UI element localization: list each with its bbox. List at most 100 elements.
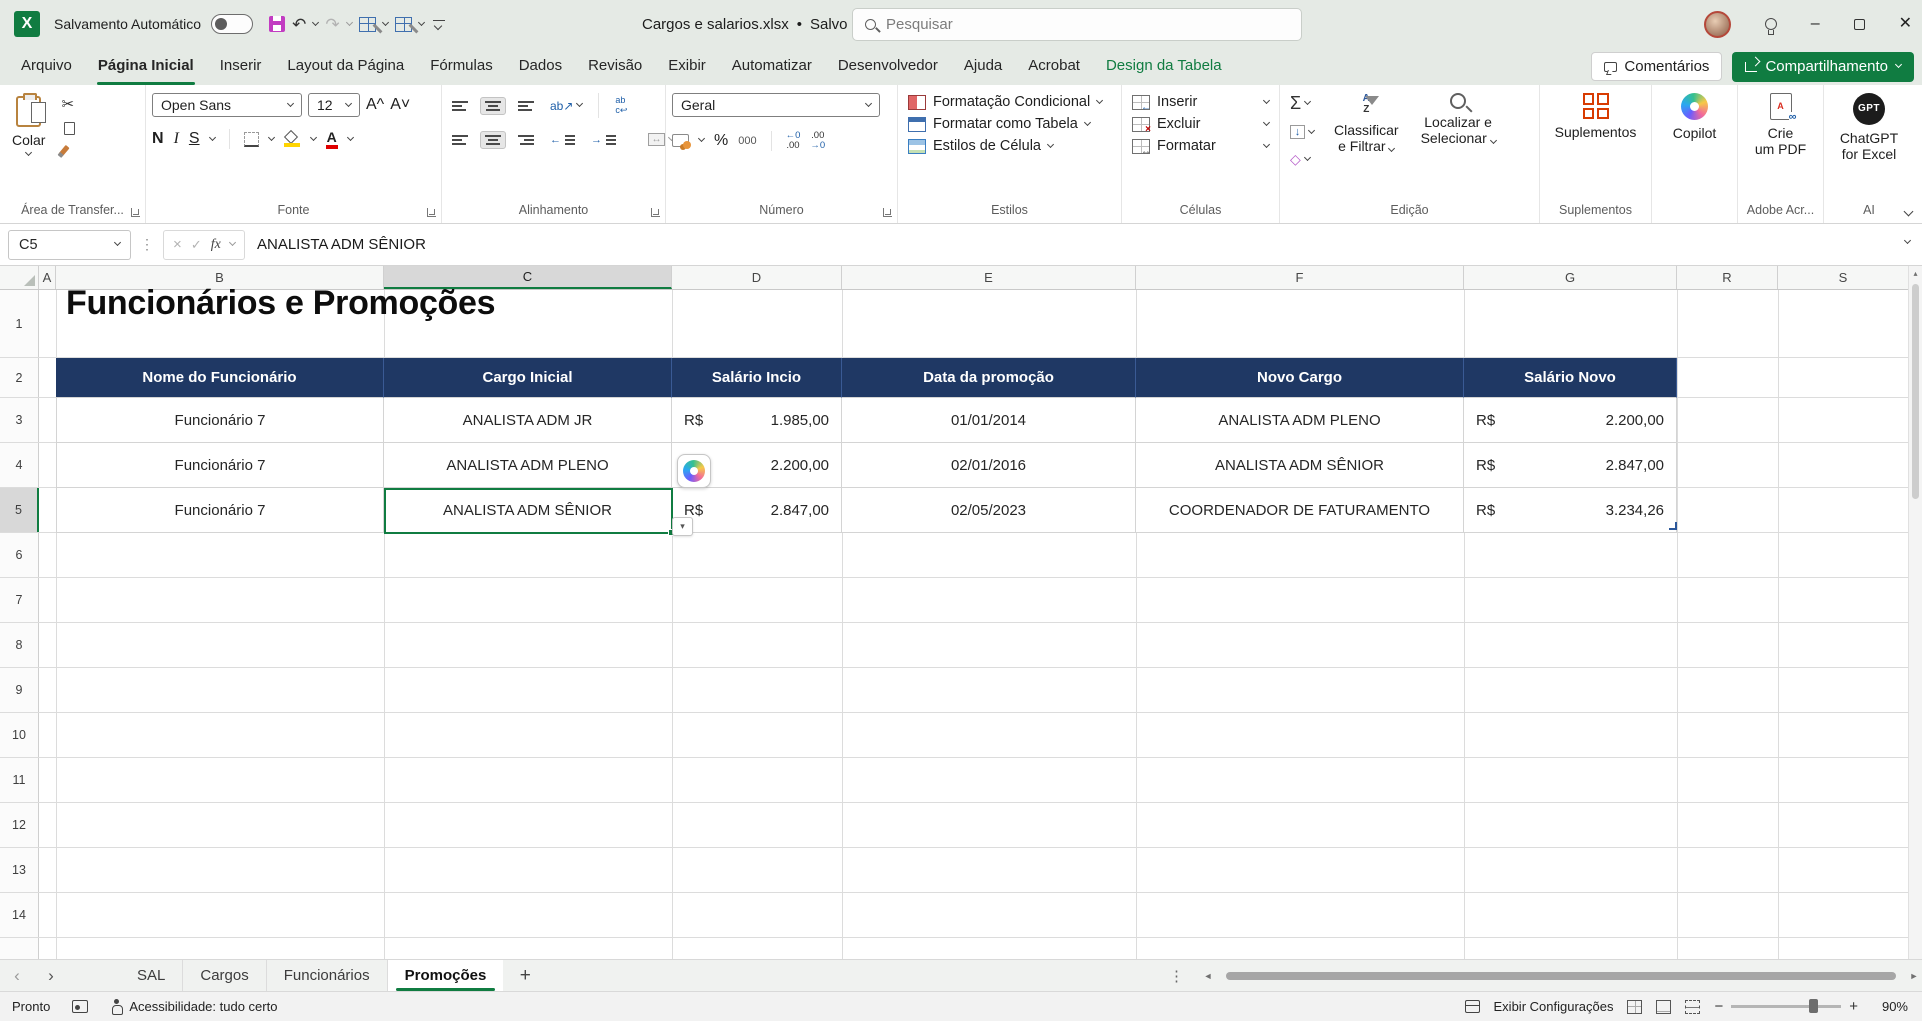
select-all-corner[interactable]	[0, 266, 39, 289]
cell-b4[interactable]: Funcionário 7	[56, 443, 384, 488]
grid-row-12[interactable]: 12	[0, 803, 1908, 848]
align-center-button[interactable]	[480, 131, 506, 149]
sheet-tab-funcionarios[interactable]: Funcionários	[267, 960, 388, 991]
conditional-formatting-button[interactable]: Formatação Condicional	[904, 91, 1115, 113]
chatgpt-button[interactable]: GPT ChatGPTfor Excel	[1830, 91, 1908, 164]
cell-g4[interactable]: R$2.847,00	[1464, 443, 1677, 488]
scroll-up-icon[interactable]: ▴	[1909, 269, 1922, 278]
cell-e5[interactable]: 02/05/2023	[842, 488, 1136, 533]
table-header-nome[interactable]: Nome do Funcionário	[56, 358, 384, 398]
tab-pagina-inicial[interactable]: Página Inicial	[85, 48, 207, 85]
row-header-5[interactable]: 5	[0, 488, 39, 532]
cell-d5[interactable]: R$2.847,00	[672, 488, 842, 533]
scroll-left-icon[interactable]: ◄	[1200, 971, 1216, 981]
row-header-14[interactable]: 14	[0, 893, 39, 937]
decrease-decimal-icon[interactable]: .00→0	[810, 131, 825, 151]
tab-automatizar[interactable]: Automatizar	[719, 48, 825, 85]
decrease-indent-button[interactable]: ←	[546, 131, 579, 149]
table-header-salario-novo[interactable]: Salário Novo	[1464, 358, 1677, 398]
fx-chevron-icon[interactable]	[229, 239, 236, 246]
name-box[interactable]: C5	[8, 230, 131, 260]
customize-quick-access-icon[interactable]	[433, 20, 445, 28]
row-header-13[interactable]: 13	[0, 848, 39, 892]
tab-layout-da-pagina[interactable]: Layout da Página	[274, 48, 417, 85]
row-header-1[interactable]: 1	[0, 290, 39, 357]
undo-chevron-icon[interactable]	[312, 18, 319, 25]
format-painter-icon[interactable]	[58, 145, 70, 158]
table-header-salario-inicio[interactable]: Salário Incio	[672, 358, 842, 398]
cell-g5[interactable]: R$3.234,26	[1464, 488, 1677, 533]
grid-row-8[interactable]: 8	[0, 623, 1908, 668]
row-header-11[interactable]: 11	[0, 758, 39, 802]
display-settings-icon[interactable]	[1465, 1000, 1480, 1013]
row-header-4[interactable]: 4	[0, 443, 39, 487]
cell-c3[interactable]: ANALISTA ADM JR	[384, 398, 672, 443]
grid-row-13[interactable]: 13	[0, 848, 1908, 893]
zoom-in-icon[interactable]: +	[1849, 998, 1858, 1015]
confirm-entry-icon[interactable]: ✓	[191, 237, 202, 253]
display-settings-label[interactable]: Exibir Configurações	[1494, 999, 1614, 1014]
increase-indent-button[interactable]: →	[587, 131, 620, 149]
underline-button[interactable]: S	[189, 130, 200, 148]
tab-inserir[interactable]: Inserir	[207, 48, 275, 85]
page-break-view-icon[interactable]	[1685, 1000, 1700, 1014]
tab-dados[interactable]: Dados	[506, 48, 575, 85]
clipboard-dialog-launcher[interactable]	[131, 208, 140, 217]
increase-decimal-icon[interactable]: ←0.00	[786, 131, 801, 151]
table-resize-handle[interactable]	[1669, 522, 1677, 530]
share-button[interactable]: Compartilhamento	[1732, 52, 1914, 82]
zoom-out-icon[interactable]: −	[1714, 998, 1723, 1015]
tab-ajuda[interactable]: Ajuda	[951, 48, 1015, 85]
copy-icon[interactable]	[64, 122, 75, 135]
macro-record-icon[interactable]	[72, 1000, 88, 1013]
accounting-format-icon[interactable]	[672, 134, 689, 147]
qat-chevron-icon[interactable]	[382, 18, 389, 25]
table-header-data-promocao[interactable]: Data da promoção	[842, 358, 1136, 398]
comments-button[interactable]: Comentários	[1591, 52, 1722, 81]
borders-chevron-icon[interactable]	[268, 134, 275, 141]
active-cell-selection[interactable]	[384, 488, 673, 534]
row-header-3[interactable]: 3	[0, 398, 39, 442]
cell-f3[interactable]: ANALISTA ADM PLENO	[1136, 398, 1464, 443]
autosum-button[interactable]: Σ	[1286, 91, 1318, 115]
grid-row-9[interactable]: 9	[0, 668, 1908, 713]
sort-filter-button[interactable]: AZ Classificare Filtrar	[1328, 91, 1405, 169]
alignment-dialog-launcher[interactable]	[651, 208, 660, 217]
undo-icon[interactable]: ↶	[292, 16, 306, 33]
tab-arquivo[interactable]: Arquivo	[8, 48, 85, 85]
tab-desenvolvedor[interactable]: Desenvolvedor	[825, 48, 951, 85]
percent-style-icon[interactable]: %	[714, 132, 728, 150]
sheet-tab-cargos[interactable]: Cargos	[183, 960, 266, 991]
tab-acrobat[interactable]: Acrobat	[1015, 48, 1093, 85]
close-button[interactable]: ✕	[1899, 16, 1912, 32]
sheet-tabs-more-icon[interactable]: ⋮	[1169, 967, 1184, 985]
cancel-entry-icon[interactable]: ×	[173, 236, 182, 253]
underline-chevron-icon[interactable]	[209, 134, 216, 141]
number-format-select[interactable]: Geral	[672, 93, 880, 117]
cell-g3[interactable]: R$2.200,00	[1464, 398, 1677, 443]
align-right-button[interactable]	[514, 132, 538, 148]
fill-color-chevron-icon[interactable]	[310, 134, 317, 141]
accessibility-status[interactable]: Acessibilidade: tudo certo	[129, 999, 277, 1014]
cell-c4[interactable]: ANALISTA ADM PLENO	[384, 443, 672, 488]
cell-f5[interactable]: COORDENADOR DE FATURAMENTO	[1136, 488, 1464, 533]
search-box[interactable]	[852, 8, 1302, 41]
quick-access-format-table-icon[interactable]	[395, 17, 412, 32]
format-as-table-button[interactable]: Formatar como Tabela	[904, 113, 1115, 135]
grid-row-7[interactable]: 7	[0, 578, 1908, 623]
column-header-r[interactable]: R	[1677, 266, 1778, 289]
column-header-e[interactable]: E	[842, 266, 1136, 289]
save-icon[interactable]	[269, 16, 285, 32]
avatar[interactable]	[1704, 11, 1731, 38]
row-header-2[interactable]: 2	[0, 358, 39, 397]
font-size-select[interactable]: 12	[308, 93, 360, 117]
bold-button[interactable]: N	[152, 130, 164, 148]
excel-logo-icon[interactable]: X	[14, 11, 40, 37]
borders-icon[interactable]	[244, 132, 259, 147]
accounting-chevron-icon[interactable]	[698, 135, 705, 142]
grid-row-6[interactable]: 6	[0, 533, 1908, 578]
zoom-slider-knob[interactable]	[1809, 999, 1818, 1013]
zoom-slider[interactable]	[1731, 1005, 1841, 1007]
addins-button[interactable]: Suplementos	[1546, 91, 1645, 142]
restore-button[interactable]	[1854, 19, 1865, 30]
